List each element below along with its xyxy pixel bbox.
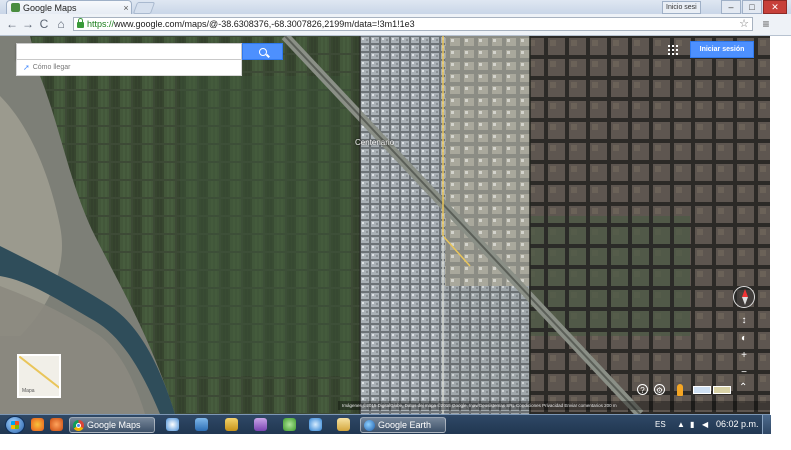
- home-button[interactable]: ⌂: [54, 17, 68, 31]
- lock-icon: [77, 18, 84, 28]
- task-label: Google Maps: [87, 420, 141, 430]
- windows-taskbar: Google Maps Google Earth ES ▲ ▮ ◀ 06:02 …: [0, 414, 771, 435]
- show-desktop-button[interactable]: [762, 415, 771, 435]
- maximize-button[interactable]: □: [742, 0, 762, 14]
- sign-in-button[interactable]: Iniciar sesión: [690, 41, 754, 58]
- network-icon[interactable]: ▮: [690, 420, 694, 429]
- taskbar-task-google-maps[interactable]: Google Maps: [69, 417, 155, 433]
- directions-link[interactable]: ➚ Cómo llegar: [16, 60, 242, 76]
- place-label: Centenario: [355, 138, 395, 147]
- zoom-in-button[interactable]: +: [737, 349, 751, 363]
- address-bar[interactable]: https://www.google.com/maps/@-38.6308376…: [73, 17, 753, 31]
- tab-google-maps[interactable]: Google Maps ×: [6, 0, 132, 14]
- apps-grid-icon[interactable]: [668, 45, 678, 55]
- url-text: https://www.google.com/maps/@-38.6308376…: [87, 19, 415, 29]
- earth-icon: [364, 419, 375, 431]
- tab-close-icon[interactable]: ×: [121, 3, 131, 13]
- task-label: Google Earth: [378, 420, 432, 430]
- start-button[interactable]: [5, 416, 25, 434]
- page-margin-bottom: [0, 434, 791, 450]
- expand-icon[interactable]: ⌃: [739, 382, 747, 393]
- minimize-button[interactable]: –: [721, 0, 741, 14]
- files-icon[interactable]: [337, 418, 350, 431]
- tray-arrow-icon[interactable]: ▲: [677, 420, 685, 429]
- bookmark-star-icon[interactable]: ☆: [739, 18, 749, 30]
- search-icon: [258, 47, 267, 56]
- language-indicator[interactable]: ES: [655, 420, 666, 429]
- volume-icon[interactable]: ◀: [702, 420, 708, 429]
- new-tab-button[interactable]: [132, 2, 156, 14]
- url-path: www.google.com/maps/@-38.6308376,-68.300…: [114, 19, 415, 29]
- browser-toolbar: ← → C ⌂ https://www.google.com/maps/@-38…: [0, 14, 791, 36]
- profile-chip[interactable]: Inicio sesi: [662, 1, 701, 14]
- media-icon[interactable]: [254, 418, 267, 431]
- compass-icon[interactable]: [733, 286, 755, 308]
- search-button[interactable]: [242, 43, 283, 60]
- system-clock[interactable]: 06:02 p.m.: [716, 419, 759, 429]
- ie-icon[interactable]: [166, 418, 179, 431]
- url-scheme: https://: [87, 19, 115, 29]
- browser-icon[interactable]: [50, 418, 63, 431]
- chrome-icon: [73, 419, 84, 431]
- map-attribution: Imágenes ©2015 DigitalGlobe, Datos del m…: [338, 401, 770, 410]
- directions-label: Cómo llegar: [32, 64, 71, 71]
- page-margin: [770, 36, 791, 414]
- forward-button[interactable]: →: [21, 17, 35, 31]
- tab-title: Google Maps: [23, 2, 77, 13]
- pegman-icon[interactable]: [677, 384, 683, 396]
- satellite-imagery: [0, 36, 770, 414]
- firefox-icon[interactable]: [31, 418, 44, 431]
- maps-favicon-icon: [11, 3, 20, 12]
- reload-button[interactable]: C: [37, 17, 51, 31]
- chrome-menu-icon[interactable]: ≡: [760, 17, 772, 31]
- refresh-icon[interactable]: [283, 418, 296, 431]
- explorer-icon[interactable]: [195, 418, 208, 431]
- imagery-thumbnails[interactable]: [693, 386, 731, 394]
- settings-icon[interactable]: ⚙: [654, 384, 665, 395]
- ie-icon-2[interactable]: [309, 418, 322, 431]
- search-input[interactable]: [16, 43, 242, 60]
- minimap-label: Mapa: [22, 388, 35, 394]
- tilt-button[interactable]: ↕: [737, 314, 751, 328]
- taskbar-task-google-earth[interactable]: Google Earth: [360, 417, 446, 433]
- satellite-map[interactable]: ➚ Cómo llegar Iniciar sesión Centenario …: [0, 36, 770, 414]
- close-window-button[interactable]: ✕: [763, 0, 787, 14]
- map-view-toggle[interactable]: Mapa: [17, 354, 61, 398]
- browser-titlebar: Google Maps × Inicio sesi – □ ✕: [0, 0, 791, 14]
- back-button[interactable]: ←: [5, 17, 19, 31]
- help-icon[interactable]: ?: [637, 384, 648, 395]
- rotate-button[interactable]: ◐: [737, 332, 751, 346]
- zoom-out-button[interactable]: −: [737, 366, 751, 380]
- folder-icon[interactable]: [225, 418, 238, 431]
- directions-icon: ➚: [23, 63, 30, 72]
- window-controls: – □ ✕: [721, 0, 787, 14]
